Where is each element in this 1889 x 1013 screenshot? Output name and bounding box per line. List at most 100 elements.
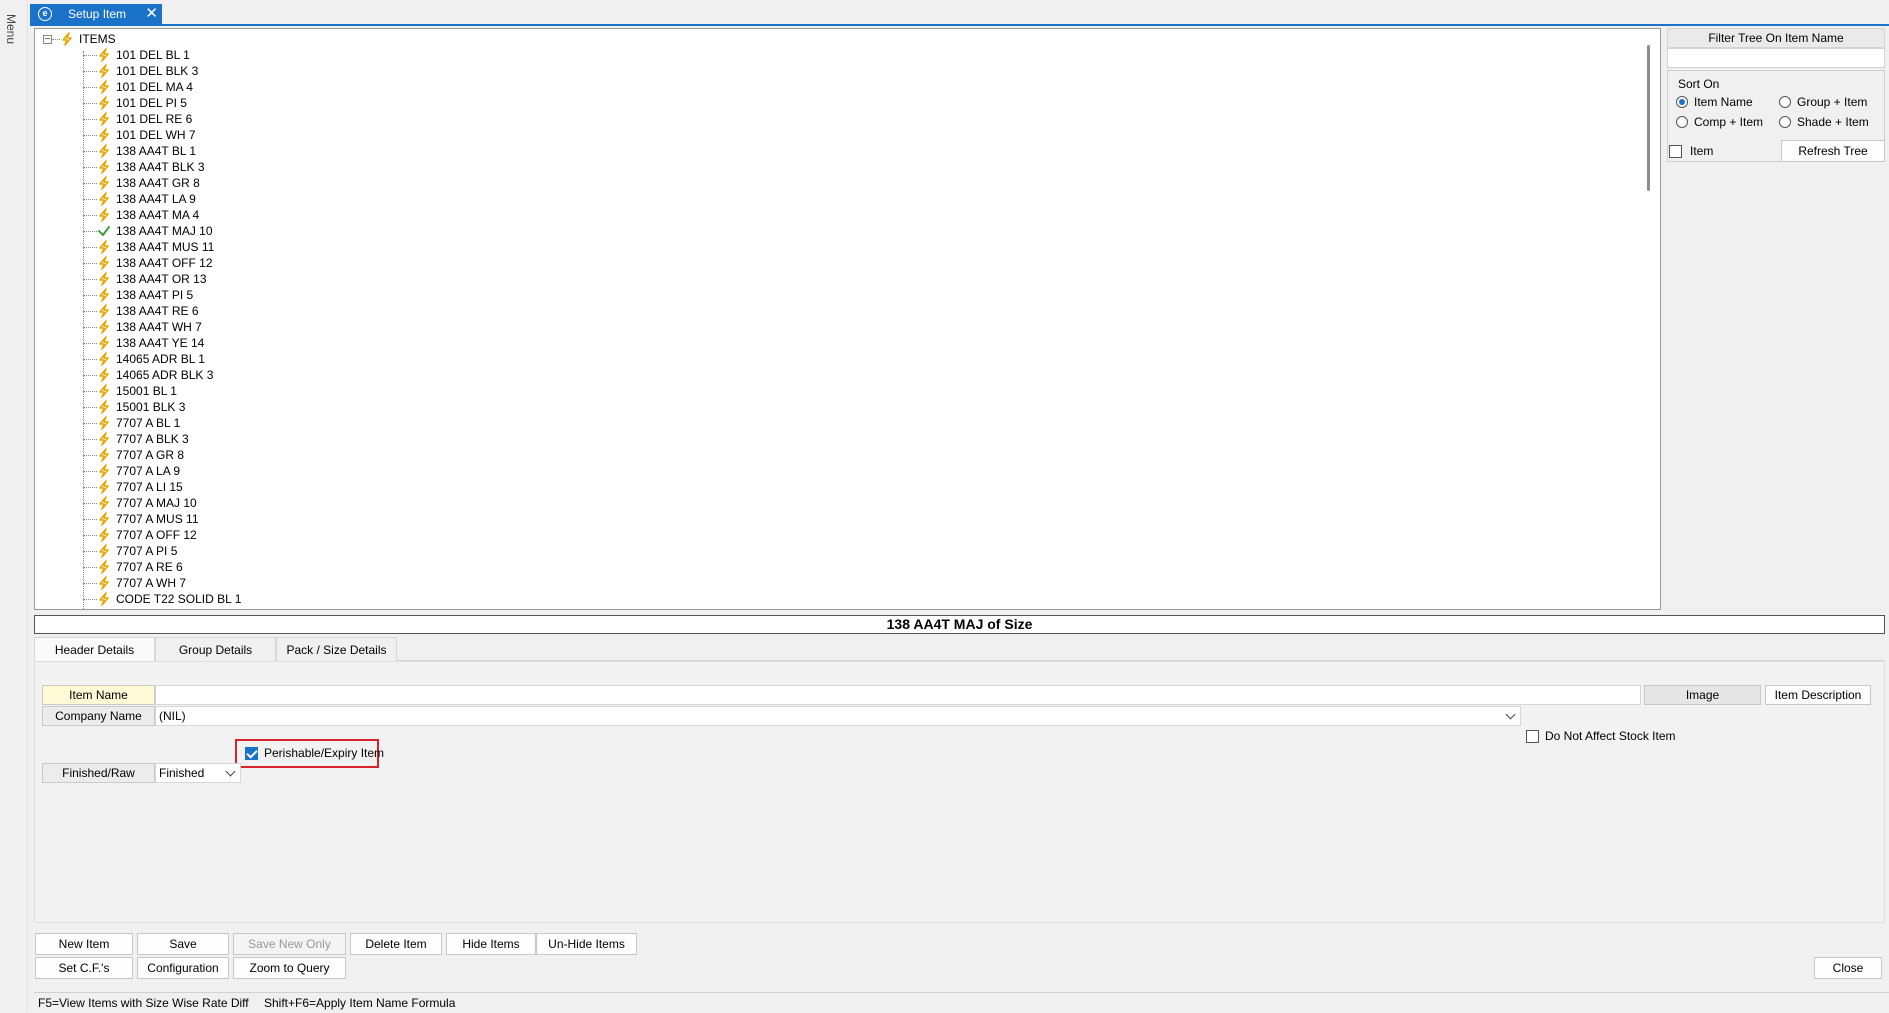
bolt-icon: [99, 512, 109, 526]
delete-item-button[interactable]: Delete Item: [350, 933, 442, 955]
tab-setup-item[interactable]: e Setup Item ✕: [30, 4, 162, 24]
radio-icon[interactable]: [1676, 116, 1688, 128]
company-name-value: (NIL): [159, 709, 186, 723]
tree-item[interactable]: 7707 A MAJ 10: [83, 495, 197, 511]
tree-item[interactable]: 138 AA4T OFF 12: [83, 255, 213, 271]
configuration-button[interactable]: Configuration: [137, 957, 229, 979]
bolt-icon: [99, 128, 109, 142]
tree-item[interactable]: 15001 BLK 3: [83, 399, 185, 415]
item-name-input[interactable]: [155, 685, 1641, 705]
set-cfs-button[interactable]: Set C.F.'s: [35, 957, 133, 979]
tree-item-label: 7707 A PI 5: [116, 544, 178, 558]
radio-shade-item[interactable]: Shade + Item: [1779, 115, 1869, 129]
collapse-icon[interactable]: −: [43, 34, 52, 44]
tree-item[interactable]: 138 AA4T MAJ 10: [83, 223, 213, 239]
chevron-down-icon[interactable]: [1505, 709, 1516, 720]
tree-item[interactable]: 138 AA4T WH 7: [83, 319, 202, 335]
tree-item[interactable]: 7707 A LI 15: [83, 479, 183, 495]
bolt-icon: [99, 192, 109, 206]
tree-item[interactable]: 101 DEL PI 5: [83, 95, 187, 111]
radio-icon[interactable]: [1676, 96, 1688, 108]
radio-label: Shade + Item: [1797, 115, 1869, 129]
refresh-tree-button[interactable]: Refresh Tree: [1781, 140, 1885, 162]
tree-item[interactable]: 138 AA4T MA 4: [83, 207, 199, 223]
company-name-select[interactable]: (NIL): [155, 706, 1521, 726]
tree-item[interactable]: 14065 ADR BL 1: [83, 351, 205, 367]
zoom-to-query-button[interactable]: Zoom to Query: [233, 957, 346, 979]
tree-item-label: CODE T22 SOLID BL 1: [116, 592, 242, 606]
tree-item[interactable]: 138 AA4T BL 1: [83, 143, 196, 159]
menu-label[interactable]: Menu: [4, 14, 18, 44]
check-icon: [98, 226, 110, 236]
close-button[interactable]: Close: [1814, 957, 1882, 979]
tree-item[interactable]: 101 DEL WH 7: [83, 127, 196, 143]
tree-item[interactable]: 138 AA4T GR 8: [83, 175, 200, 191]
radio-label: Item Name: [1694, 95, 1753, 109]
sort-on-label: Sort On: [1678, 77, 1720, 91]
item-name-label: Item Name: [42, 685, 155, 705]
close-icon[interactable]: ✕: [145, 5, 158, 23]
tree-item[interactable]: 7707 A PI 5: [83, 543, 177, 559]
tree-item[interactable]: 7707 A WH 7: [83, 575, 186, 591]
tree-item[interactable]: 7707 A RE 6: [83, 559, 183, 575]
save-new-only-button[interactable]: Save New Only: [233, 933, 346, 955]
checkbox-icon[interactable]: [1669, 144, 1682, 158]
tree-root[interactable]: − ITEMS: [43, 31, 116, 47]
tree-item[interactable]: 138 AA4T BLK 3: [83, 159, 205, 175]
tree-item-label: 15001 BLK 3: [116, 400, 186, 414]
new-item-button[interactable]: New Item: [35, 933, 133, 955]
tree-item[interactable]: 7707 A LA 9: [83, 463, 180, 479]
tree-item[interactable]: 7707 A MUS 11: [83, 511, 199, 527]
tree-item[interactable]: 7707 A BL 1: [83, 415, 180, 431]
tab-group-details[interactable]: Group Details: [155, 637, 276, 661]
tree-item-label: 15001 BL 1: [116, 384, 177, 398]
radio-comp-item[interactable]: Comp + Item: [1676, 115, 1763, 129]
tree-item[interactable]: 138 AA4T RE 6: [83, 303, 199, 319]
status-shift-f6-hint: Shift+F6=Apply Item Name Formula: [263, 996, 456, 1010]
do-not-affect-stock-checkbox[interactable]: Do Not Affect Stock Item: [1526, 729, 1676, 743]
checkbox-checked-icon[interactable]: [245, 746, 258, 760]
radio-group-item[interactable]: Group + Item: [1779, 95, 1867, 109]
radio-icon[interactable]: [1779, 96, 1791, 108]
item-checkbox[interactable]: Item: [1669, 144, 1713, 158]
radio-item-name[interactable]: Item Name: [1676, 95, 1753, 109]
tree-item-label: 14065 ADR BLK 3: [116, 368, 214, 382]
bolt-icon: [99, 80, 109, 94]
tree-item[interactable]: 138 AA4T YE 14: [83, 335, 204, 351]
perishable-expiry-checkbox[interactable]: Perishable/Expiry Item: [245, 746, 384, 760]
tree-item[interactable]: 7707 A OFF 12: [83, 527, 197, 543]
side-menu-strip[interactable]: Menu: [0, 0, 28, 1012]
unhide-items-button[interactable]: Un-Hide Items: [536, 933, 637, 955]
tree-item[interactable]: 101 DEL BL 1: [83, 47, 190, 63]
tab-pack-size-details[interactable]: Pack / Size Details: [276, 637, 397, 661]
chevron-down-icon[interactable]: [225, 766, 236, 777]
tree-item[interactable]: 7707 A BLK 3: [83, 431, 189, 447]
tree-scrollbar[interactable]: [1647, 45, 1650, 191]
tree-item[interactable]: 138 AA4T PI 5: [83, 287, 193, 303]
tree-item[interactable]: 14065 ADR BLK 3: [83, 367, 213, 383]
tree-item[interactable]: 101 DEL RE 6: [83, 111, 192, 127]
tree-item[interactable]: 7707 A GR 8: [83, 447, 184, 463]
tree-item[interactable]: 138 AA4T MUS 11: [83, 239, 214, 255]
hide-items-button[interactable]: Hide Items: [446, 933, 536, 955]
filter-input[interactable]: [1667, 48, 1885, 68]
radio-label: Group + Item: [1797, 95, 1868, 109]
tree-item-label: 101 DEL BLK 3: [116, 64, 199, 78]
tree-item[interactable]: CODE T22 SOLID BL 1: [83, 591, 241, 607]
finished-raw-select[interactable]: Finished: [155, 763, 241, 783]
tree-item[interactable]: 138 AA4T OR 13: [83, 271, 207, 287]
tree-item[interactable]: 101 DEL MA 4: [83, 79, 193, 95]
tree-item[interactable]: 101 DEL BLK 3: [83, 63, 198, 79]
checkbox-icon[interactable]: [1526, 729, 1539, 743]
tree-item[interactable]: 138 AA4T LA 9: [83, 191, 196, 207]
image-button[interactable]: Image: [1644, 685, 1761, 705]
radio-icon[interactable]: [1779, 116, 1791, 128]
save-button[interactable]: Save: [137, 933, 229, 955]
item-description-button[interactable]: Item Description: [1765, 685, 1871, 705]
tab-header-details[interactable]: Header Details: [34, 637, 155, 662]
tree-item[interactable]: 15001 BL 1: [83, 383, 177, 399]
status-bar: F5=View Items with Size Wise Rate Diff S…: [34, 992, 1889, 1012]
bolt-icon: [99, 416, 109, 430]
item-tree[interactable]: − ITEMS 101 DEL BL 1 101 DEL BLK 3 101 DEL…: [34, 28, 1661, 610]
tree-item-label: 101 DEL BL 1: [116, 48, 190, 62]
